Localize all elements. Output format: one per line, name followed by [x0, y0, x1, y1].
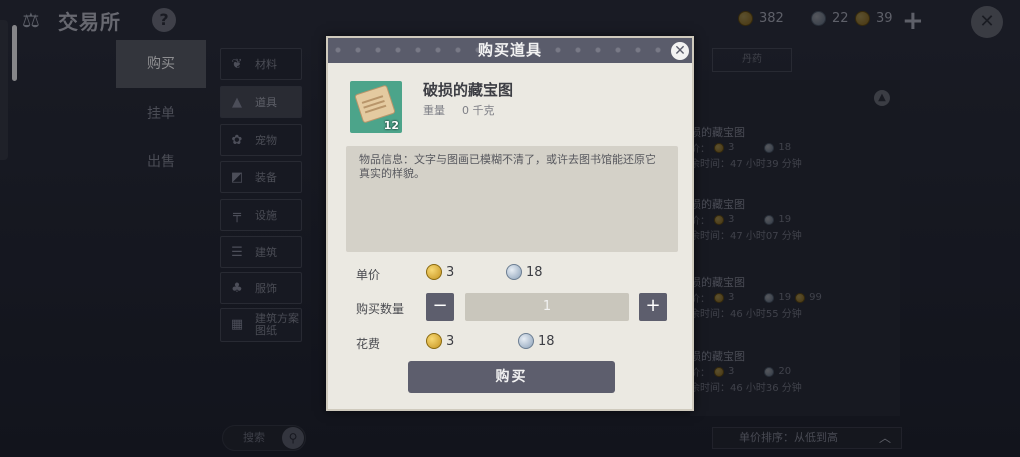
item-thumbnail: 12 [350, 81, 402, 133]
quantity-input[interactable]: 1 [465, 293, 629, 321]
dialog-close-button[interactable]: ✕ [669, 40, 691, 62]
cost-label: 花费 [356, 337, 381, 351]
quantity-decrease-button[interactable]: − [426, 293, 454, 321]
weight-value: 0 千克 [462, 104, 495, 117]
dialog-title: 购买道具 [477, 41, 542, 59]
buy-button[interactable]: 购买 [408, 361, 615, 393]
treasure-map-icon [354, 84, 396, 124]
item-count: 12 [383, 119, 399, 132]
cost-moon-value: 18 [538, 333, 555, 349]
coin-icon [426, 333, 442, 349]
item-name: 破损的藏宝图 [423, 81, 514, 99]
quantity-label: 购买数量 [356, 302, 405, 316]
unit-price-coin-value: 3 [446, 264, 455, 280]
cost-coin: 3 [426, 333, 454, 349]
quantity-increase-button[interactable]: + [639, 293, 667, 321]
unit-price-coin: 3 [426, 264, 454, 280]
moon-coin-icon [506, 264, 522, 280]
moon-coin-icon [518, 333, 534, 349]
weight-label: 重量 [423, 104, 445, 117]
cost-coin-value: 3 [446, 333, 455, 349]
item-description: 物品信息：文字与图画已模糊不清了，或许去图书馆能还原它真实的样貌。 [346, 146, 678, 252]
unit-price-label: 单价 [356, 268, 381, 282]
purchase-dialog: 购买道具 ✕ 12 破损的藏宝图 重量 0 千克 物品信息：文字与图画已模糊不清… [326, 36, 694, 411]
unit-price-moon-value: 18 [526, 264, 543, 280]
unit-price-moon: 18 [506, 264, 543, 280]
coin-icon [426, 264, 442, 280]
cost-moon: 18 [518, 333, 555, 349]
